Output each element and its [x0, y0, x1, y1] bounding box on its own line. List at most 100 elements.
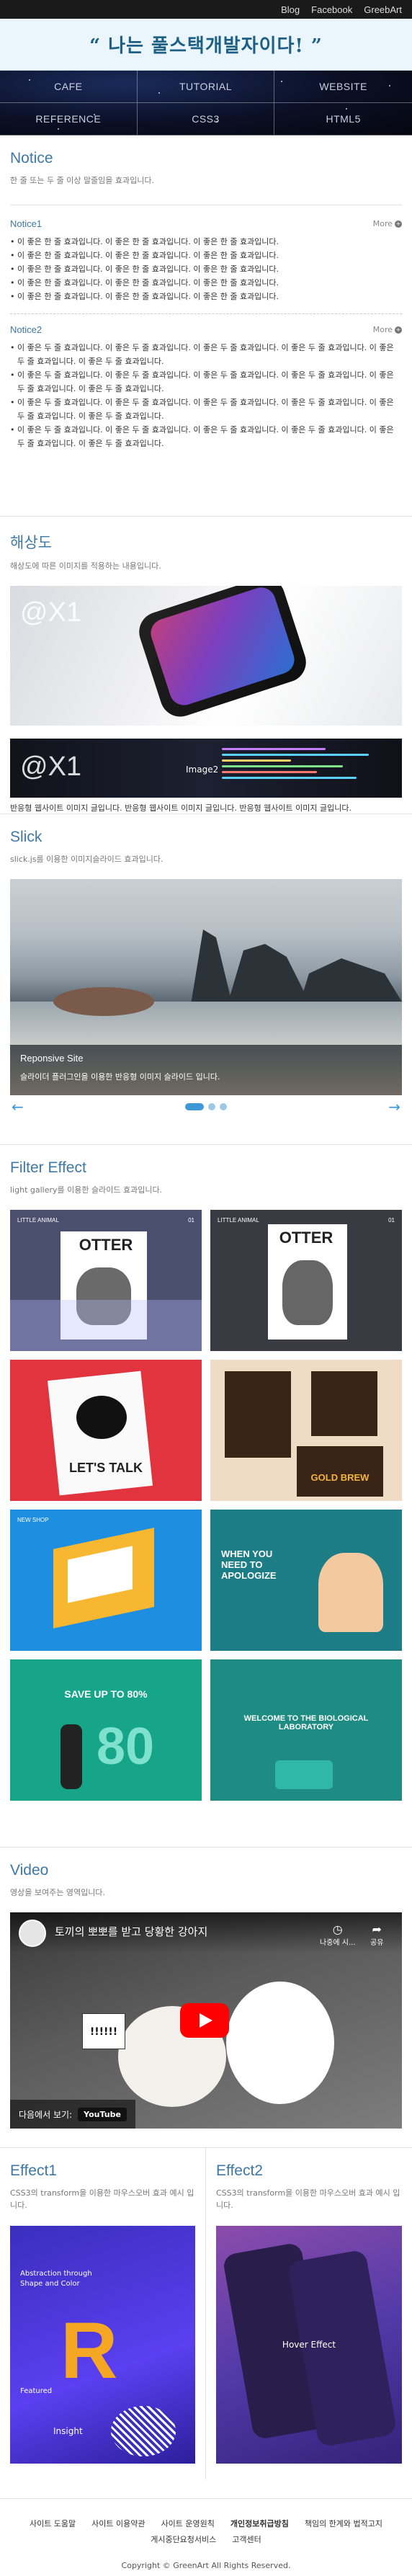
- effect1-image[interactable]: Abstraction through Shape and Color R Fe…: [10, 2226, 195, 2464]
- effect1-column: Effect1 CSS3의 transform을 이용한 마우스오버 효과 예시…: [0, 2148, 206, 2479]
- tile-number: 01: [388, 1217, 395, 1224]
- gallery-tile[interactable]: WELCOME TO THE BIOLOGICAL LABORATORY: [210, 1659, 402, 1801]
- effects-section: Effect1 CSS3의 transform을 이용한 마우스오버 효과 예시…: [0, 2148, 412, 2479]
- share-icon: ➦: [372, 1922, 382, 1936]
- slide-caption-title: Reponsive Site: [20, 1053, 84, 1064]
- x1-logo: @X1: [20, 752, 82, 782]
- nav-item-website[interactable]: WEBSITE: [274, 71, 412, 103]
- gallery-tile[interactable]: LITTLE ANIMAL 01 OTTER: [210, 1210, 402, 1351]
- footer-link[interactable]: 개인정보취급방침: [230, 2518, 289, 2529]
- filter-section: Filter Effect light gallery를 이용한 슬라이드 효과…: [0, 1145, 412, 1847]
- slide-image[interactable]: Reponsive Site 슬라이더 플러그인을 이용한 반응형 이미지 슬라…: [10, 879, 402, 1095]
- effect2-title: Effect2: [216, 2162, 263, 2179]
- notice-desc: 한 줄 또는 두 줄 이상 말줄임을 효과입니다.: [10, 176, 155, 185]
- watch-later-button[interactable]: ◷ 나중에 시...: [320, 1922, 356, 1947]
- code-image: @X1 Image2: [10, 739, 402, 798]
- footer-link[interactable]: 책임의 한계와 법적고지: [305, 2518, 382, 2529]
- effect1-sub: Insight: [53, 2426, 83, 2436]
- nav-item-reference[interactable]: REFERENCE: [0, 103, 138, 135]
- nav-item-css3[interactable]: CSS3: [137, 103, 275, 135]
- notice2-block: Notice2 More+ 이 좋은 두 줄 효과입니다. 이 좋은 두 줄 효…: [10, 313, 402, 450]
- footer: 사이트 도움말 사이트 이용약관 사이트 운영원칙 개인정보취급방침 책임의 한…: [0, 2498, 412, 2576]
- tile-heading: WHEN YOU NEED TO APOLOGIZE: [221, 1548, 277, 1581]
- effect2-desc: CSS3의 transform을 이용한 마우스오버 효과 예시 입니다.: [216, 2188, 400, 2210]
- nav-item-tutorial[interactable]: TUTORIAL: [137, 71, 275, 103]
- gallery-tile[interactable]: LITTLE ANIMAL 01 OTTER: [10, 1210, 202, 1351]
- tile-tag: LITTLE ANIMAL: [17, 1217, 59, 1224]
- phone-image: @X1: [10, 586, 402, 726]
- gallery-tile[interactable]: WHEN YOU NEED TO APOLOGIZE: [210, 1510, 402, 1651]
- watch-label: 다음에서 보기:: [19, 2109, 73, 2120]
- video-title: Video: [10, 1862, 49, 1878]
- slide-dot[interactable]: [208, 1103, 215, 1110]
- phone-screen: [147, 586, 298, 709]
- slide-dots: [185, 1103, 227, 1110]
- notice2-more-link[interactable]: More +: [373, 325, 402, 334]
- footer-link[interactable]: 사이트 운영원칙: [161, 2518, 215, 2529]
- image2-label: Image2: [186, 765, 219, 775]
- footer-link[interactable]: 사이트 이용약관: [91, 2518, 145, 2529]
- effect2-image[interactable]: Hover Effect: [216, 2226, 402, 2464]
- notice-section: Notice 한 줄 또는 두 줄 이상 말줄임을 효과입니다. Notice1…: [0, 135, 412, 516]
- effect1-featured: Featured: [20, 2387, 53, 2395]
- slide-dot[interactable]: [220, 1103, 227, 1110]
- tile-heading: OTTER: [279, 1229, 333, 1247]
- top-bar: Blog Facebook GreebArt: [0, 0, 412, 19]
- gallery-tile[interactable]: LET'S TALK: [10, 1360, 202, 1501]
- nav-item-html5[interactable]: HTML5: [274, 103, 412, 135]
- notice1-more-link[interactable]: More +: [373, 219, 402, 228]
- slide-dot[interactable]: [185, 1103, 204, 1110]
- tile-heading: WELCOME TO THE BIOLOGICAL LABORATORY: [243, 1714, 369, 1732]
- facebook-link[interactable]: Facebook: [311, 4, 352, 15]
- list-item[interactable]: 이 좋은 두 줄 효과입니다. 이 좋은 두 줄 효과입니다. 이 좋은 두 줄…: [10, 341, 402, 368]
- list-item[interactable]: 이 좋은 한 줄 효과입니다. 이 좋은 한 줄 효과입니다. 이 좋은 한 줄…: [10, 290, 402, 303]
- list-item[interactable]: 이 좋은 한 줄 효과입니다. 이 좋은 한 줄 효과입니다. 이 좋은 한 줄…: [10, 262, 402, 276]
- share-label: 공유: [370, 1939, 384, 1947]
- more-label: More: [372, 219, 393, 228]
- gallery-tile[interactable]: GOLD BREW: [210, 1360, 402, 1501]
- video-player[interactable]: !!!!!! 토끼의 뽀뽀를 받고 당황한 강아지 ◷ 나중에 시... ➦ 공…: [10, 1912, 402, 2129]
- arrow-left-icon[interactable]: ←: [12, 1098, 24, 1115]
- effect1-img-text: Abstraction through Shape and Color: [20, 2270, 92, 2288]
- greebart-link[interactable]: GreebArt: [364, 4, 402, 15]
- tile-heading: OTTER: [79, 1236, 133, 1254]
- footer-link[interactable]: 사이트 도움말: [30, 2518, 76, 2529]
- sign-board: !!!!!!: [82, 2013, 125, 2049]
- gallery-tile[interactable]: NEW SHOP: [10, 1510, 202, 1651]
- code-lines: [222, 744, 395, 783]
- list-item[interactable]: 이 좋은 한 줄 효과입니다. 이 좋은 한 줄 효과입니다. 이 좋은 한 줄…: [10, 249, 402, 262]
- list-item[interactable]: 이 좋은 두 줄 효과입니다. 이 좋은 두 줄 효과입니다. 이 좋은 두 줄…: [10, 396, 402, 423]
- tile-heading: LET'S TALK: [69, 1461, 143, 1475]
- tile-heading: GOLD BREW: [310, 1472, 370, 1483]
- responsive-text: 반응형 웹사이트 이미지 글입니다. 반응형 웹사이트 이미지 글입니다. 반응…: [10, 803, 351, 813]
- notice-title: Notice: [10, 150, 53, 166]
- watch-later-label: 나중에 시...: [320, 1939, 356, 1947]
- footer-link[interactable]: 고객센터: [232, 2533, 261, 2545]
- slide-caption: Reponsive Site 슬라이더 플러그인을 이용한 반응형 이미지 슬라…: [20, 1053, 220, 1082]
- list-item[interactable]: 이 좋은 한 줄 효과입니다. 이 좋은 한 줄 효과입니다. 이 좋은 한 줄…: [10, 276, 402, 290]
- footer-links: 사이트 도움말 사이트 이용약관 사이트 운영원칙 개인정보취급방침 책임의 한…: [7, 2518, 405, 2545]
- effect1-desc: CSS3의 transform을 이용한 마우스오버 효과 예시 입니다.: [10, 2188, 194, 2210]
- share-button[interactable]: ➦ 공유: [370, 1922, 383, 1947]
- footer-link[interactable]: 게시중단요청서비스: [151, 2533, 216, 2545]
- play-icon[interactable]: [180, 2003, 229, 2038]
- hover-effect-label: Hover Effect: [282, 2340, 336, 2350]
- notice2-list: 이 좋은 두 줄 효과입니다. 이 좋은 두 줄 효과입니다. 이 좋은 두 줄…: [10, 341, 402, 450]
- slick-title: Slick: [10, 829, 42, 845]
- list-item[interactable]: 이 좋은 두 줄 효과입니다. 이 좋은 두 줄 효과입니다. 이 좋은 두 줄…: [10, 368, 402, 396]
- slide-caption-text: 슬라이더 플러그인을 이용한 반응형 이미지 슬라이드 입니다.: [20, 1072, 220, 1082]
- nav-item-cafe[interactable]: CAFE: [0, 71, 138, 103]
- notice2-title: Notice2: [10, 324, 42, 335]
- blog-link[interactable]: Blog: [281, 4, 300, 15]
- filter-gallery: LITTLE ANIMAL 01 OTTER LITTLE ANIMAL 01 …: [10, 1210, 402, 1801]
- x1-logo: @X1: [20, 597, 82, 628]
- watch-on-youtube[interactable]: 다음에서 보기: YouTube: [10, 2100, 135, 2129]
- video-title-text[interactable]: 토끼의 뽀뽀를 받고 당황한 강아지: [55, 1924, 207, 1939]
- list-item[interactable]: 이 좋은 두 줄 효과입니다. 이 좋은 두 줄 효과입니다. 이 좋은 두 줄…: [10, 423, 402, 450]
- list-item[interactable]: 이 좋은 한 줄 효과입니다. 이 좋은 한 줄 효과입니다. 이 좋은 한 줄…: [10, 235, 402, 249]
- slick-desc: slick.js를 이용한 이미지슬라이드 효과입니다.: [10, 855, 164, 864]
- plus-icon: +: [395, 220, 402, 228]
- gallery-tile[interactable]: SAVE UP TO 80% 80: [10, 1659, 202, 1801]
- arrow-right-icon[interactable]: →: [388, 1098, 400, 1115]
- channel-avatar[interactable]: [19, 1920, 46, 1947]
